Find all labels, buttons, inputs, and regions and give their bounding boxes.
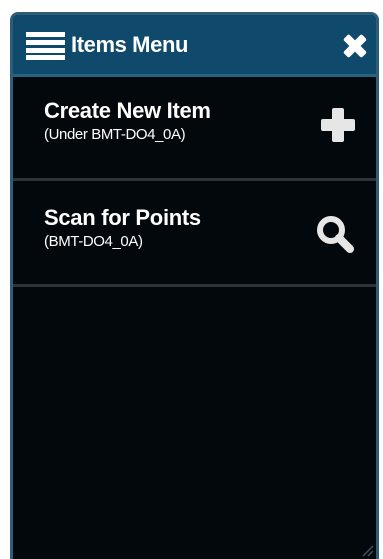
resize-grip-icon[interactable]	[360, 543, 374, 557]
hamburger-icon[interactable]	[26, 32, 65, 60]
search-icon[interactable]	[315, 214, 355, 254]
close-icon[interactable]	[340, 31, 370, 61]
menu-header: Items Menu	[13, 15, 376, 77]
scan-for-points-label: Scan for Points	[44, 205, 201, 230]
create-new-item-subtitle: (Under BMT-DO4_0A)	[44, 126, 186, 143]
scan-for-points-subtitle: (BMT-DO4_0A)	[44, 233, 143, 250]
items-menu-panel: Items Menu Create New Item (Under BMT-DO…	[10, 12, 379, 559]
scan-for-points-button[interactable]: Scan for Points (BMT-DO4_0A)	[13, 181, 376, 287]
menu-title: Items Menu	[71, 32, 189, 57]
create-new-item-label: Create New Item	[44, 98, 211, 123]
plus-icon[interactable]	[321, 108, 355, 142]
create-new-item-button[interactable]: Create New Item (Under BMT-DO4_0A)	[13, 77, 376, 181]
